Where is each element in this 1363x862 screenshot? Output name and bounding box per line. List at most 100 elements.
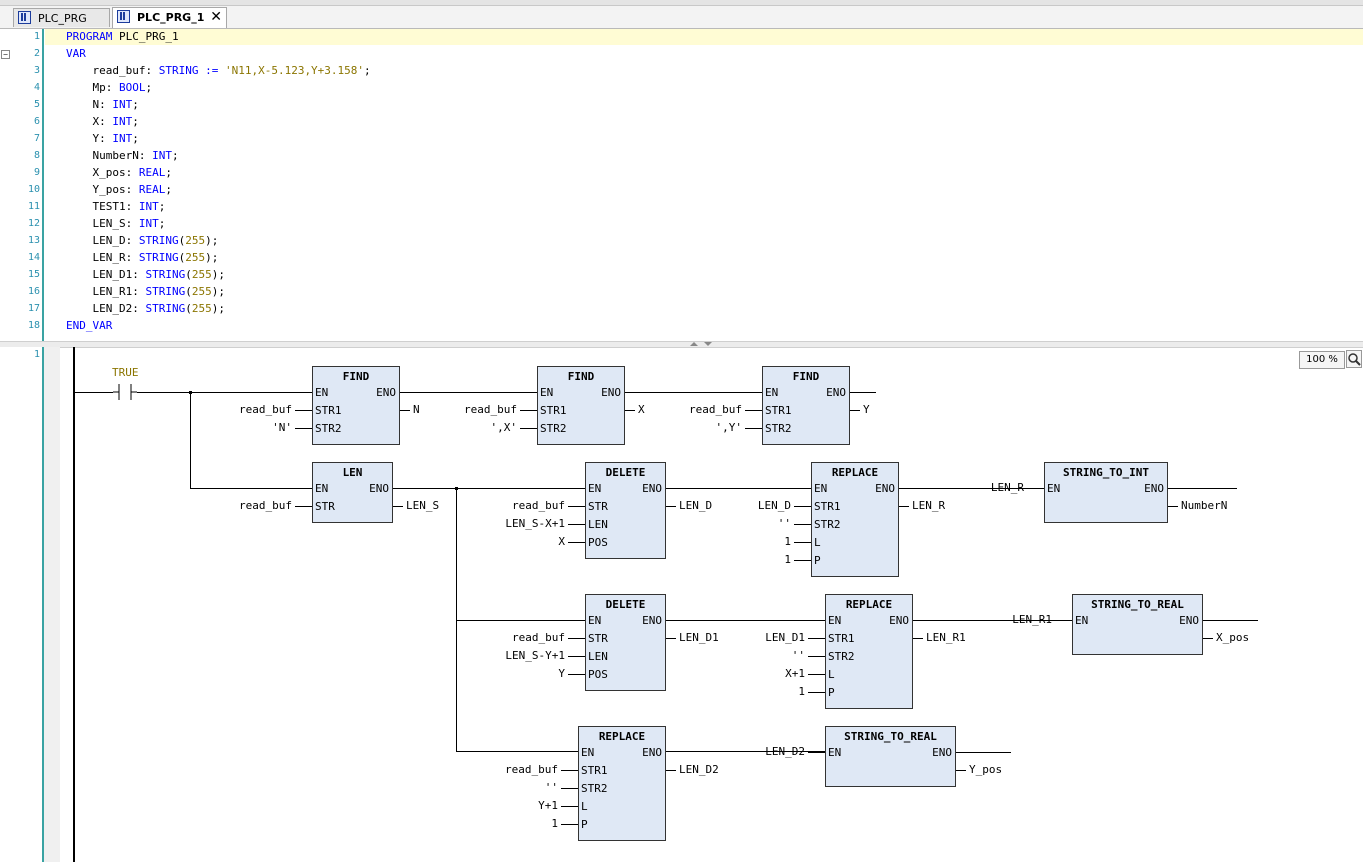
pin-str2[interactable]: STR2 [765, 422, 792, 435]
pin-str2[interactable]: STR2 [814, 518, 841, 531]
code-line[interactable]: LEN_R: STRING(255); [66, 251, 218, 264]
input-variable[interactable]: read_buf [512, 499, 565, 512]
pin-pos[interactable]: POS [588, 668, 608, 681]
input-variable[interactable]: Y+1 [538, 799, 558, 812]
pin-eno[interactable]: ENO [642, 614, 662, 627]
pin-eno[interactable]: ENO [642, 746, 662, 759]
output-variable[interactable]: NumberN [1181, 499, 1227, 512]
fbd-implementation-editor[interactable]: 1 FIND EN ENO STR1 STR2 read_buf 'N' N FIND EN ENO… [0, 347, 1363, 862]
code-line[interactable]: N: INT; [66, 98, 138, 111]
input-variable[interactable]: 1 [784, 553, 791, 566]
output-variable[interactable]: Y_pos [969, 763, 1002, 776]
output-variable[interactable]: Y [863, 403, 870, 416]
input-variable[interactable]: '' [778, 517, 791, 530]
pin-eno[interactable]: ENO [932, 746, 952, 759]
fb-find-block[interactable]: FIND EN ENO STR1 STR2 [312, 366, 400, 445]
pin-str1[interactable]: STR1 [765, 404, 792, 417]
output-variable[interactable]: LEN_D1 [679, 631, 719, 644]
pin-eno[interactable]: ENO [376, 386, 396, 399]
fb-replace-block[interactable]: REPLACE EN ENO STR1 STR2 L P [811, 462, 899, 577]
pin-l[interactable]: L [581, 800, 588, 813]
pin-en[interactable]: EN [588, 482, 601, 495]
output-variable[interactable]: X_pos [1216, 631, 1249, 644]
pin-en[interactable]: EN [540, 386, 553, 399]
code-line[interactable]: VAR [66, 47, 86, 60]
pin-en[interactable]: EN [814, 482, 827, 495]
code-line[interactable]: LEN_S: INT; [66, 217, 165, 230]
pin-eno[interactable]: ENO [1144, 482, 1164, 495]
pin-en[interactable]: EN [1075, 614, 1088, 627]
pin-str1[interactable]: STR1 [581, 764, 608, 777]
pin-str1[interactable]: STR1 [828, 632, 855, 645]
fb-string-to-int-block[interactable]: STRING_TO_INT EN ENO [1044, 462, 1168, 523]
pin-p[interactable]: P [828, 686, 835, 699]
fb-delete-block[interactable]: DELETE EN ENO STR LEN POS [585, 462, 666, 559]
input-variable[interactable]: '' [545, 781, 558, 794]
pin-eno[interactable]: ENO [642, 482, 662, 495]
pin-eno[interactable]: ENO [1179, 614, 1199, 627]
input-variable[interactable]: X+1 [785, 667, 805, 680]
pin-eno[interactable]: ENO [601, 386, 621, 399]
pin-en[interactable]: EN [1047, 482, 1060, 495]
input-variable[interactable]: LEN_D1 [765, 631, 805, 644]
pin-en[interactable]: EN [588, 614, 601, 627]
pin-len[interactable]: LEN [588, 650, 608, 663]
pin-en[interactable]: EN [828, 746, 841, 759]
contact-true[interactable] [113, 384, 137, 400]
input-variable[interactable]: 1 [551, 817, 558, 830]
input-variable[interactable]: read_buf [239, 403, 292, 416]
pin-str[interactable]: STR [315, 500, 335, 513]
input-variable[interactable]: read_buf [512, 631, 565, 644]
output-variable[interactable]: LEN_D [679, 499, 712, 512]
fb-delete-block[interactable]: DELETE EN ENO STR LEN POS [585, 594, 666, 691]
pin-str2[interactable]: STR2 [581, 782, 608, 795]
pin-l[interactable]: L [828, 668, 835, 681]
code-line[interactable]: NumberN: INT; [66, 149, 178, 162]
code-line[interactable]: X_pos: REAL; [66, 166, 172, 179]
pin-str2[interactable]: STR2 [315, 422, 342, 435]
code-line[interactable]: Mp: BOOL; [66, 81, 152, 94]
pin-str2[interactable]: STR2 [828, 650, 855, 663]
pin-eno[interactable]: ENO [875, 482, 895, 495]
output-variable[interactable]: LEN_D2 [679, 763, 719, 776]
input-variable[interactable]: '' [792, 649, 805, 662]
input-variable[interactable]: 'N' [272, 421, 292, 434]
pin-en[interactable]: EN [315, 482, 328, 495]
code-line[interactable]: X: INT; [66, 115, 138, 128]
code-line[interactable]: LEN_D2: STRING(255); [66, 302, 225, 315]
input-variable[interactable]: X [558, 535, 565, 548]
pin-eno[interactable]: ENO [369, 482, 389, 495]
pin-pos[interactable]: POS [588, 536, 608, 549]
pin-str[interactable]: STR [588, 632, 608, 645]
input-variable[interactable]: 1 [784, 535, 791, 548]
code-line[interactable]: LEN_R1: STRING(255); [66, 285, 225, 298]
fb-replace-block[interactable]: REPLACE EN ENO STR1 STR2 L P [825, 594, 913, 709]
output-variable[interactable]: LEN_R1 [926, 631, 966, 644]
code-line[interactable]: read_buf: STRING := 'N11,X-5.123,Y+3.158… [66, 64, 370, 77]
pin-en[interactable]: EN [828, 614, 841, 627]
input-variable[interactable]: LEN_S-Y+1 [505, 649, 565, 662]
pin-en[interactable]: EN [315, 386, 328, 399]
pin-en[interactable]: EN [581, 746, 594, 759]
input-variable[interactable]: LEN_D [758, 499, 791, 512]
code-line[interactable]: TEST1: INT; [66, 200, 165, 213]
pin-eno[interactable]: ENO [889, 614, 909, 627]
input-variable[interactable]: read_buf [505, 763, 558, 776]
input-variable[interactable]: read_buf [689, 403, 742, 416]
fb-string-to-real-block[interactable]: STRING_TO_REAL EN ENO [825, 726, 956, 787]
code-line[interactable]: END_VAR [66, 319, 112, 332]
fb-replace-block[interactable]: REPLACE EN ENO STR1 STR2 L P [578, 726, 666, 841]
pin-p[interactable]: P [581, 818, 588, 831]
input-variable[interactable]: read_buf [239, 499, 292, 512]
input-variable[interactable]: LEN_S-X+1 [505, 517, 565, 530]
code-line[interactable]: LEN_D1: STRING(255); [66, 268, 225, 281]
close-icon[interactable]: ✕ [210, 9, 222, 25]
pin-eno[interactable]: ENO [826, 386, 846, 399]
fb-len-block[interactable]: LEN EN ENO STR [312, 462, 393, 523]
input-variable[interactable]: 1 [798, 685, 805, 698]
input-variable[interactable]: ',Y' [716, 421, 743, 434]
pin-str1[interactable]: STR1 [540, 404, 567, 417]
input-variable[interactable]: Y [558, 667, 565, 680]
pin-str1[interactable]: STR1 [814, 500, 841, 513]
fb-string-to-real-block[interactable]: STRING_TO_REAL EN ENO [1072, 594, 1203, 655]
